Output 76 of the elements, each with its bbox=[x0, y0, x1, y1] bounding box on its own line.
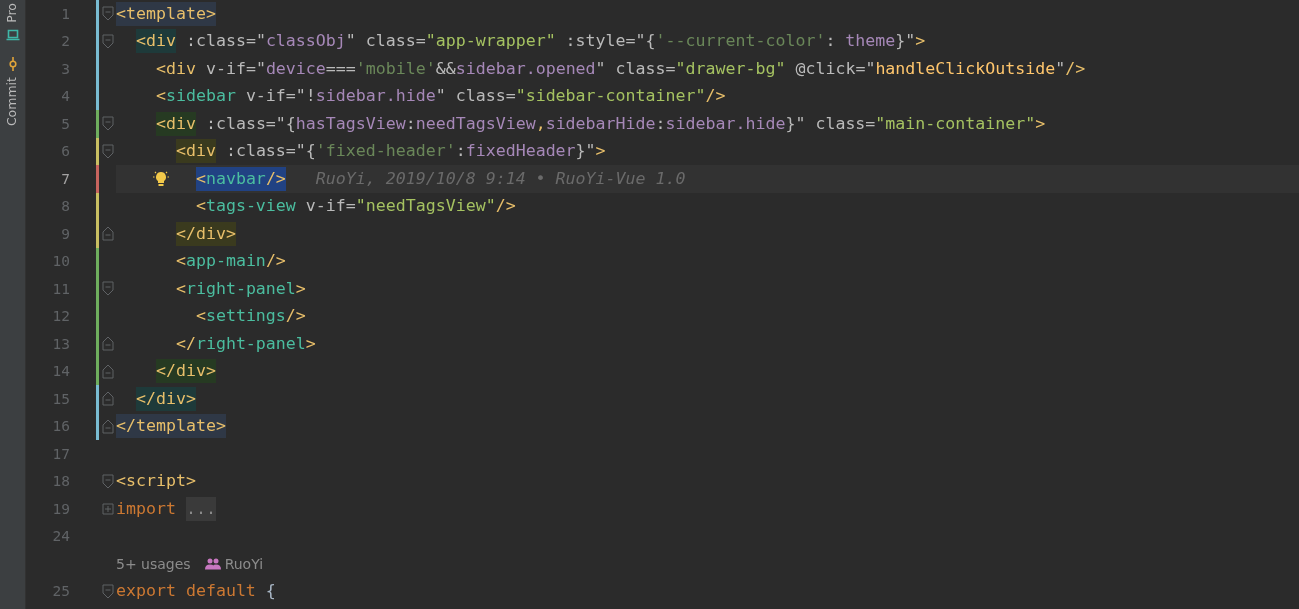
fold-icon[interactable] bbox=[102, 281, 114, 297]
fold-icon[interactable] bbox=[102, 143, 114, 159]
line-number: 14 bbox=[51, 363, 70, 380]
change-marker[interactable] bbox=[96, 385, 99, 413]
fold-icon[interactable] bbox=[102, 363, 114, 379]
line-number: 10 bbox=[51, 253, 70, 270]
code-line: </div> bbox=[116, 385, 1299, 413]
line-number: 25 bbox=[51, 583, 70, 600]
line-number: 12 bbox=[51, 308, 70, 325]
change-marker[interactable] bbox=[96, 165, 99, 193]
change-marker[interactable] bbox=[96, 192, 99, 220]
code-line: <div v-if="device==='mobile'&&sidebar.opened" class="drawer-bg" @click="handleClickOutside"/> bbox=[154, 57, 1087, 80]
code-line: </right-panel> bbox=[174, 332, 317, 355]
line-number: 13 bbox=[51, 335, 70, 352]
change-marker[interactable] bbox=[96, 27, 99, 55]
code-line: <div :class="classObj" class="app-wrapper" :style="{'--current-color': theme}"> bbox=[116, 27, 1299, 55]
laptop-icon bbox=[5, 28, 20, 41]
line-number: 17 bbox=[51, 445, 70, 462]
code-line: <right-panel> bbox=[174, 277, 307, 300]
code-line: </div> bbox=[116, 220, 1299, 248]
line-number: 15 bbox=[51, 390, 70, 407]
fold-icon[interactable] bbox=[102, 33, 114, 49]
change-marker[interactable] bbox=[96, 137, 99, 165]
change-marker[interactable] bbox=[96, 55, 99, 83]
usages-hint[interactable]: 5+ usages bbox=[116, 555, 191, 572]
change-marker[interactable] bbox=[96, 82, 99, 110]
change-marker[interactable] bbox=[96, 220, 99, 248]
code-line: <settings/> bbox=[194, 305, 307, 328]
code-line: <sidebar v-if="!sidebar.hide" class="sidebar-container"/> bbox=[154, 85, 727, 108]
line-number: 16 bbox=[51, 418, 70, 435]
lightbulb-icon[interactable] bbox=[152, 170, 170, 188]
author-hint[interactable]: RuoYi bbox=[224, 555, 264, 572]
fold-icon[interactable] bbox=[102, 6, 114, 22]
code-line: <script> bbox=[116, 470, 197, 493]
code-line: import ... bbox=[116, 495, 1299, 523]
people-icon bbox=[204, 557, 221, 570]
code-line: <div :class="{hasTagsView:needTagsView,sidebarHide:sidebar.hide}" class="main-container"> bbox=[116, 110, 1299, 138]
expand-icon[interactable] bbox=[102, 502, 114, 515]
line-number: 3 bbox=[60, 60, 70, 77]
line-number: 24 bbox=[51, 528, 70, 545]
change-marker[interactable] bbox=[96, 247, 99, 275]
fold-icon[interactable] bbox=[102, 116, 114, 132]
change-marker[interactable] bbox=[96, 412, 99, 440]
fold-icon[interactable] bbox=[102, 226, 114, 242]
code-line: </template> bbox=[116, 412, 1299, 440]
fold-icon[interactable] bbox=[102, 336, 114, 352]
fold-icon[interactable] bbox=[102, 391, 114, 407]
tool-window-tab[interactable]: Commit bbox=[6, 56, 19, 126]
line-number: 2 bbox=[60, 33, 70, 50]
change-marker[interactable] bbox=[96, 0, 99, 28]
line-number: 9 bbox=[60, 225, 70, 242]
code-line: <div :class="{'fixed-header':fixedHeader}"> bbox=[116, 137, 1299, 165]
line-number: 5 bbox=[60, 115, 70, 132]
line-number: 11 bbox=[51, 280, 70, 297]
change-marker[interactable] bbox=[96, 275, 99, 303]
code-line: <tags-view v-if="needTagsView"/> bbox=[194, 195, 517, 218]
change-marker[interactable] bbox=[96, 357, 99, 385]
code-line: <app-main/> bbox=[174, 250, 287, 273]
fold-icon[interactable] bbox=[102, 583, 114, 599]
line-number: 19 bbox=[51, 500, 70, 517]
line-number: 8 bbox=[60, 198, 70, 215]
line-number: 6 bbox=[60, 143, 70, 160]
change-marker[interactable] bbox=[96, 110, 99, 138]
fold-icon[interactable] bbox=[102, 418, 114, 434]
fold-icon[interactable] bbox=[102, 473, 114, 489]
line-number: 4 bbox=[60, 88, 70, 105]
line-number: 7 bbox=[60, 170, 70, 187]
tool-window-tab[interactable]: Pro bbox=[5, 0, 20, 41]
line-number: 18 bbox=[51, 473, 70, 490]
commit-icon bbox=[7, 56, 18, 71]
line-number: 1 bbox=[60, 5, 70, 22]
code-line: export default { bbox=[116, 580, 277, 603]
change-marker[interactable] bbox=[96, 330, 99, 358]
code-line: <template> bbox=[116, 0, 1299, 28]
change-marker[interactable] bbox=[96, 302, 99, 330]
code-line: </div> bbox=[116, 357, 1299, 385]
